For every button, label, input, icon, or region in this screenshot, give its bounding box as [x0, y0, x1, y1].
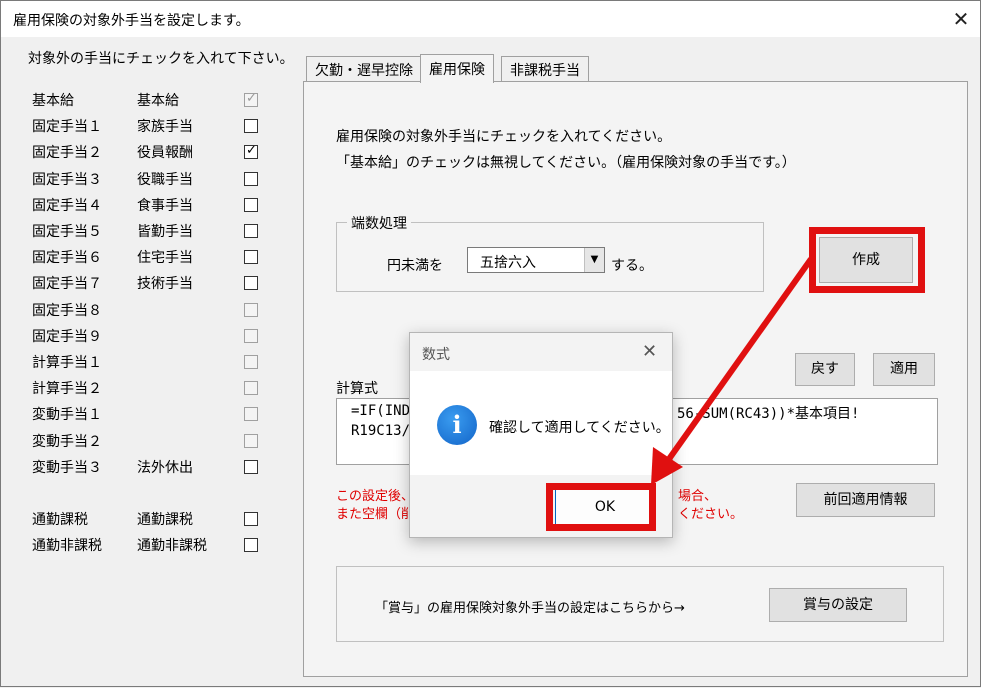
red-arrow-icon [651, 257, 814, 485]
settings-window: 雇用保険の対象外手当を設定します。 ✕ 対象外の手当にチェックを入れて下さい。 … [0, 0, 981, 687]
